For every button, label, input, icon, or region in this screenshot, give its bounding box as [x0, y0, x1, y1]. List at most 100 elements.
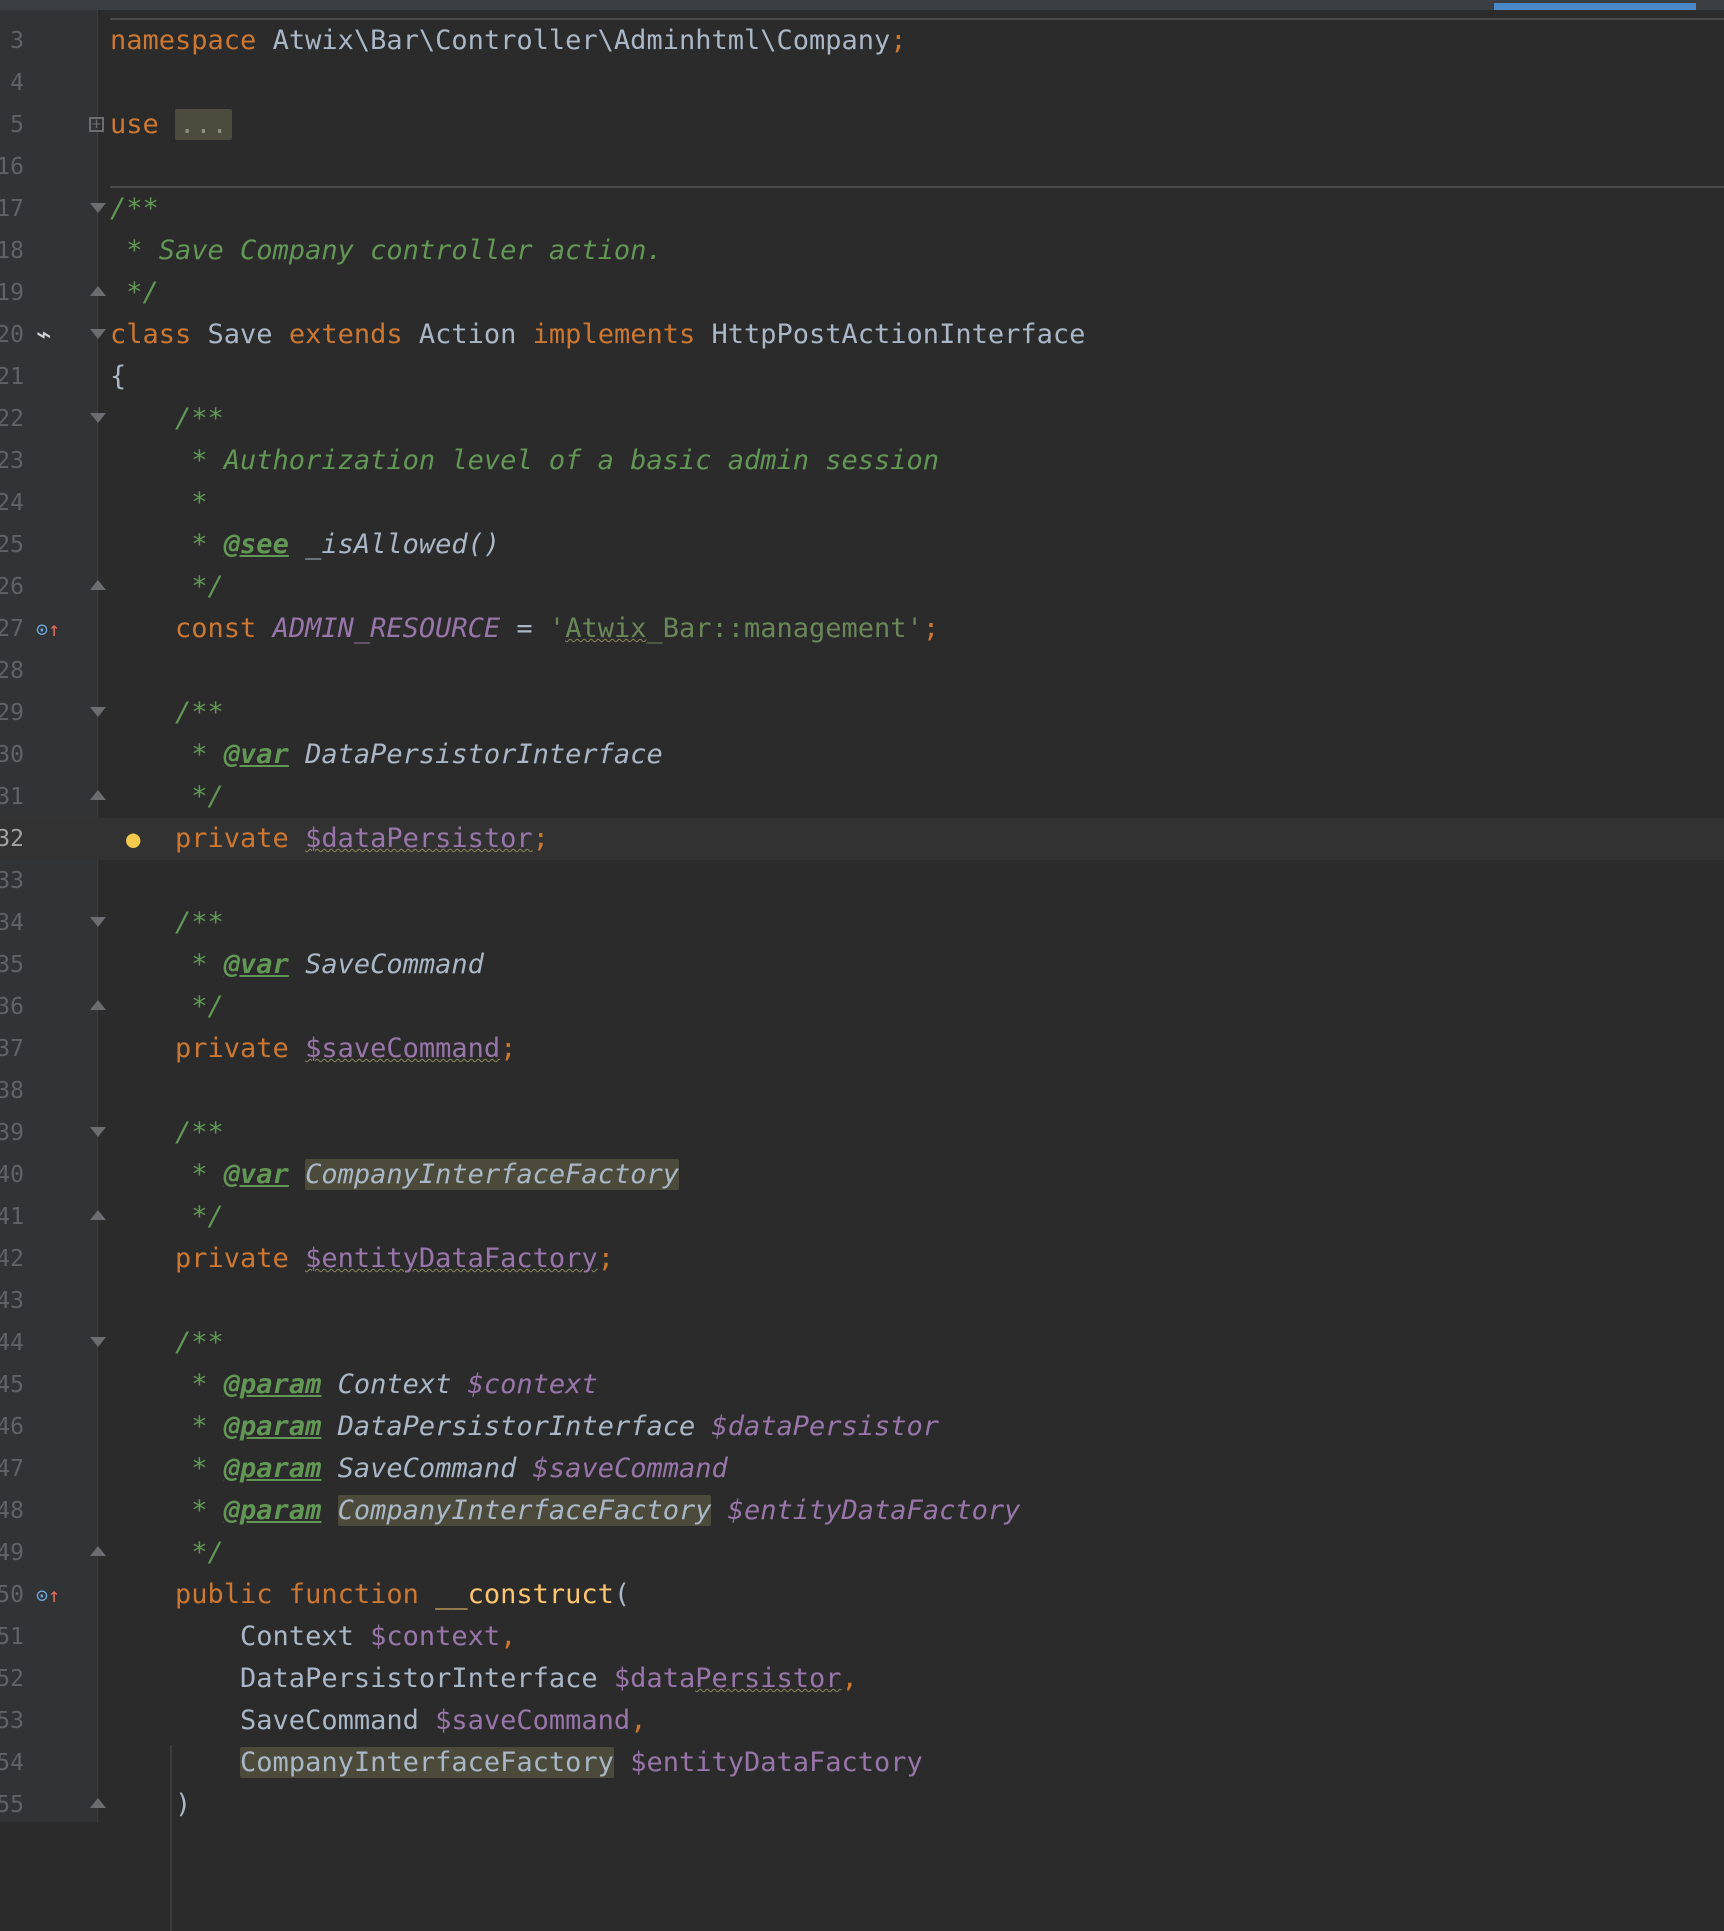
code-text[interactable]: class Save extends Action implements Htt… — [110, 314, 1085, 356]
line-number[interactable]: 24 — [0, 482, 24, 524]
line-number[interactable]: 3 — [0, 20, 24, 62]
code-text[interactable]: const ADMIN_RESOURCE = 'Atwix_Bar::manag… — [110, 608, 939, 650]
fold-collapse-icon[interactable] — [90, 917, 106, 927]
fold-expand-icon[interactable]: + — [89, 117, 104, 132]
code-text[interactable]: private $saveCommand; — [110, 1028, 516, 1070]
line-number[interactable]: 31 — [0, 776, 24, 818]
code-text[interactable]: * @var CompanyInterfaceFactory — [110, 1154, 679, 1196]
code-text[interactable]: /** — [110, 902, 224, 944]
line-number[interactable]: 48 — [0, 1490, 24, 1532]
line-number[interactable]: 35 — [0, 944, 24, 986]
code-text[interactable]: * @see _isAllowed() — [110, 524, 500, 566]
line-number[interactable]: 41 — [0, 1196, 24, 1238]
code-text[interactable]: */ — [110, 272, 159, 314]
line-number[interactable]: 43 — [0, 1280, 24, 1322]
line-number[interactable]: 45 — [0, 1364, 24, 1406]
code-text[interactable]: /** — [110, 692, 224, 734]
line-number[interactable]: 44 — [0, 1322, 24, 1364]
fold-collapse-icon[interactable] — [90, 329, 106, 339]
code-text[interactable]: /** — [110, 1112, 224, 1154]
code-line[interactable]: 19 */ — [0, 272, 1724, 314]
code-line[interactable]: 31 */ — [0, 776, 1724, 818]
line-number[interactable]: 40 — [0, 1154, 24, 1196]
line-number[interactable]: 30 — [0, 734, 24, 776]
code-text[interactable]: * Save Company controller action. — [110, 230, 662, 272]
fold-end-icon[interactable] — [90, 1546, 106, 1556]
line-number[interactable]: 54 — [0, 1742, 24, 1784]
code-line[interactable]: 32 ● private $dataPersistor; — [0, 818, 1724, 860]
code-line[interactable]: 40 * @var CompanyInterfaceFactory — [0, 1154, 1724, 1196]
code-text[interactable]: DataPersistorInterface $dataPersistor, — [110, 1658, 858, 1700]
code-text[interactable]: * @param Context $context — [110, 1364, 597, 1406]
code-line[interactable]: 4 — [0, 62, 1724, 104]
override-icon[interactable]: ⊙↑ — [36, 608, 66, 650]
line-number[interactable]: 38 — [0, 1070, 24, 1112]
code-line[interactable]: 42 private $entityDataFactory; — [0, 1238, 1724, 1280]
line-number[interactable]: 26 — [0, 566, 24, 608]
fold-end-icon[interactable] — [90, 1798, 106, 1808]
fold-collapse-icon[interactable] — [90, 413, 106, 423]
code-text[interactable]: SaveCommand $saveCommand, — [110, 1700, 646, 1742]
code-line[interactable]: 24 * — [0, 482, 1724, 524]
code-text[interactable]: /** — [110, 1322, 224, 1364]
code-line[interactable]: 38 — [0, 1070, 1724, 1112]
code-line[interactable]: 16 — [0, 146, 1724, 188]
code-line[interactable]: 18 * Save Company controller action. — [0, 230, 1724, 272]
fold-end-icon[interactable] — [90, 1210, 106, 1220]
code-text[interactable]: * — [110, 482, 207, 524]
code-text[interactable]: /** — [110, 398, 224, 440]
code-text[interactable]: { — [110, 356, 126, 398]
code-line[interactable]: 53 SaveCommand $saveCommand, — [0, 1700, 1724, 1742]
code-line[interactable]: 17 /** — [0, 188, 1724, 230]
code-line[interactable]: 25 * @see _isAllowed() — [0, 524, 1724, 566]
line-number[interactable]: 50 — [0, 1574, 24, 1616]
line-number[interactable]: 55 — [0, 1784, 24, 1826]
fold-collapse-icon[interactable] — [90, 1337, 106, 1347]
code-text[interactable]: */ — [110, 986, 224, 1028]
line-number[interactable]: 51 — [0, 1616, 24, 1658]
code-line[interactable]: 22 /** — [0, 398, 1724, 440]
code-line[interactable]: 27 ⊙↑ const ADMIN_RESOURCE = 'Atwix_Bar::… — [0, 608, 1724, 650]
fold-collapse-icon[interactable] — [90, 1127, 106, 1137]
fold-end-icon[interactable] — [90, 1000, 106, 1010]
fold-end-icon[interactable] — [90, 790, 106, 800]
code-line[interactable]: 34 /** — [0, 902, 1724, 944]
fold-end-icon[interactable] — [90, 286, 106, 296]
code-text[interactable]: */ — [110, 1196, 224, 1238]
code-line[interactable]: 46 * @param DataPersistorInterface $data… — [0, 1406, 1724, 1448]
code-text[interactable]: namespace Atwix\Bar\Controller\Adminhtml… — [110, 20, 907, 62]
line-number[interactable]: 37 — [0, 1028, 24, 1070]
line-number[interactable]: 28 — [0, 650, 24, 692]
line-number[interactable]: 49 — [0, 1532, 24, 1574]
line-number[interactable]: 17 — [0, 188, 24, 230]
line-number[interactable]: 19 — [0, 272, 24, 314]
code-line[interactable]: 51 Context $context, — [0, 1616, 1724, 1658]
code-text[interactable]: private $dataPersistor; — [110, 818, 549, 860]
code-line[interactable]: 55 ) — [0, 1784, 1724, 1826]
code-text[interactable]: public function __construct( — [110, 1574, 630, 1616]
fold-end-icon[interactable] — [90, 580, 106, 590]
code-text[interactable]: * Authorization level of a basic admin s… — [110, 440, 939, 482]
code-line[interactable]: 30 * @var DataPersistorInterface — [0, 734, 1724, 776]
line-number[interactable]: 42 — [0, 1238, 24, 1280]
line-number[interactable]: 18 — [0, 230, 24, 272]
code-line[interactable]: 48 * @param CompanyInterfaceFactory $ent… — [0, 1490, 1724, 1532]
code-line[interactable]: 43 — [0, 1280, 1724, 1322]
code-line[interactable]: 49 */ — [0, 1532, 1724, 1574]
code-line[interactable]: 50 ⊙↑ public function __construct( — [0, 1574, 1724, 1616]
line-number[interactable]: 47 — [0, 1448, 24, 1490]
line-number[interactable]: 22 — [0, 398, 24, 440]
line-number[interactable]: 20 — [0, 314, 24, 356]
code-line[interactable]: 47 * @param SaveCommand $saveCommand — [0, 1448, 1724, 1490]
line-number[interactable]: 5 — [0, 104, 24, 146]
folded-imports[interactable]: ... — [175, 109, 232, 140]
plug-icon[interactable]: ⌁ — [36, 314, 70, 356]
code-text[interactable]: * @param DataPersistorInterface $dataPer… — [110, 1406, 939, 1448]
code-text[interactable]: ) — [110, 1784, 191, 1826]
code-text[interactable]: CompanyInterfaceFactory $entityDataFacto… — [110, 1742, 923, 1784]
line-number[interactable]: 27 — [0, 608, 24, 650]
code-text[interactable]: * @param CompanyInterfaceFactory $entity… — [110, 1490, 1020, 1532]
line-number[interactable]: 16 — [0, 146, 24, 188]
code-text[interactable]: */ — [110, 776, 224, 818]
code-line[interactable]: 36 */ — [0, 986, 1724, 1028]
